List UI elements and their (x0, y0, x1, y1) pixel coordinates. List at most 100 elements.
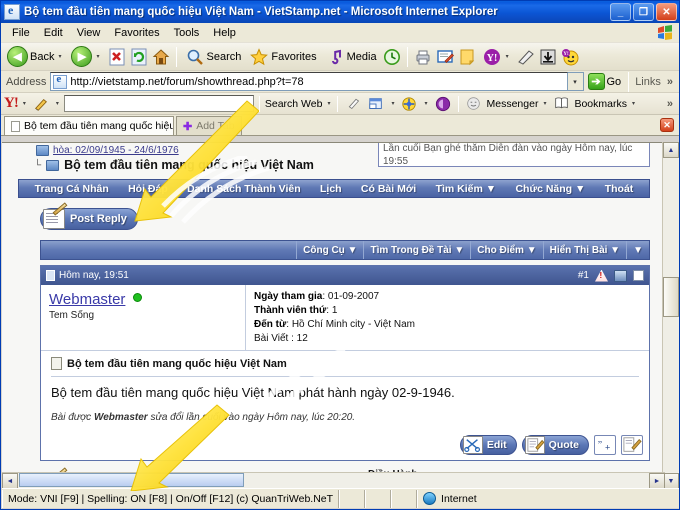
post-username-link[interactable]: Webmaster (49, 291, 125, 308)
post-subject-row: Bộ tem đầu tiên mang quốc hiệu Việt Nam (51, 357, 639, 370)
stop-icon[interactable] (107, 47, 127, 67)
yahoo-logo-caret-icon[interactable]: ▾ (21, 100, 28, 107)
download-icon[interactable] (538, 47, 558, 67)
messenger-face-icon[interactable] (464, 94, 484, 114)
highlight-pen-icon[interactable] (343, 94, 363, 114)
favorites-label: Favorites (271, 50, 317, 63)
bookmarks-label[interactable]: Bookmarks (574, 98, 627, 110)
scroll-up-button[interactable]: ▲ (663, 142, 679, 158)
minimize-button[interactable]: _ (610, 3, 631, 21)
post-ip-icon[interactable] (614, 269, 627, 282)
horizontal-scrollbar[interactable]: ◄ ► (2, 472, 665, 489)
nav-item-profile[interactable]: Trang Cá Nhân (35, 183, 109, 195)
nav-item-logout[interactable]: Thoát (605, 183, 634, 195)
thread-tool-cong-cu[interactable]: Công Cụ ▼ (296, 241, 363, 259)
nav-item-calendar[interactable]: Lịch (320, 183, 342, 195)
yahoo-pencil-caret-icon[interactable]: ▾ (54, 100, 61, 107)
print-icon[interactable] (413, 47, 433, 67)
yahoo-toolbar-button[interactable]: Y! ▾ (479, 46, 514, 68)
post-container: Hôm nay, 19:51 #1 Webmaster (40, 265, 650, 461)
magnifier-icon (185, 47, 205, 67)
thread-tool-rate[interactable]: Cho Điểm ▼ (470, 241, 542, 259)
edit-button[interactable]: Edit (459, 435, 517, 455)
maximize-button[interactable]: ❐ (633, 3, 654, 21)
thread-tool-more[interactable]: ▼ (626, 241, 649, 259)
menu-item-view[interactable]: View (70, 25, 108, 41)
forward-caret-icon[interactable]: ▾ (94, 53, 101, 60)
status-cell-4 (391, 489, 418, 508)
yahoo-messenger-icon[interactable]: Y! (560, 47, 580, 67)
post-reply-button-top[interactable]: Post Reply (40, 202, 138, 230)
search-button[interactable]: Search (182, 46, 245, 68)
messenger-label[interactable]: Messenger (487, 98, 539, 110)
thread-tool-display-mode[interactable]: Hiển Thị Bài ▼ (542, 241, 626, 259)
vertical-scrollbar[interactable]: ▲ ▼ (662, 142, 679, 489)
back-button[interactable]: ◀ Back ▾ (4, 45, 66, 68)
breadcrumb-parent-link[interactable]: hòa: 02/09/1945 - 24/6/1976 (53, 145, 179, 156)
anti-spy-caret-icon[interactable]: ▾ (422, 100, 429, 107)
menu-item-help[interactable]: Help (206, 25, 243, 41)
purple-circle-icon[interactable] (433, 94, 453, 114)
search-label: Search (206, 50, 242, 63)
yahoo-caret-icon[interactable]: ▾ (504, 53, 511, 60)
address-separator (628, 71, 630, 92)
scroll-down-button[interactable]: ▼ (663, 473, 679, 489)
yahoo-overflow-chevron-icon[interactable]: » (664, 98, 676, 110)
multiquote-button[interactable]: ” + (594, 435, 616, 455)
refresh-icon[interactable] (129, 47, 149, 67)
reply-with-quote-button[interactable] (621, 435, 643, 455)
back-caret-icon[interactable]: ▾ (56, 53, 63, 60)
links-label[interactable]: Links (632, 76, 664, 88)
menu-item-favorites[interactable]: Favorites (107, 25, 166, 41)
pencil-swoosh-icon[interactable] (516, 47, 536, 67)
menu-item-edit[interactable]: Edit (37, 25, 70, 41)
nav-item-memberlist[interactable]: Danh Sách Thành Viên (187, 183, 301, 195)
popup-caret-icon[interactable]: ▾ (389, 100, 396, 107)
nav-item-faq[interactable]: Hỏi Đáp (128, 183, 168, 195)
scroll-left-button[interactable]: ◄ (2, 473, 18, 489)
anti-spy-icon[interactable] (399, 94, 419, 114)
bookmarks-book-icon[interactable] (551, 94, 571, 114)
address-dropdown-icon[interactable]: ▾ (567, 72, 584, 91)
menu-item-tools[interactable]: Tools (167, 25, 207, 41)
browser-toolbar: ◀ Back ▾ ▶ ▾ Search Favorites Media Y! ▾… (1, 43, 679, 71)
nav-item-functions[interactable]: Chức Năng ▼ (515, 183, 585, 195)
yahoo-logo-icon[interactable]: Y! (4, 95, 19, 112)
nav-item-search[interactable]: Tìm Kiếm ▼ (436, 183, 497, 195)
menu-item-file[interactable]: File (5, 25, 37, 41)
bookmarks-caret-icon[interactable]: ▾ (630, 100, 637, 107)
yahoo-pencil-icon[interactable] (31, 94, 51, 114)
scroll-right-button[interactable]: ► (649, 473, 665, 489)
report-warning-icon[interactable] (595, 269, 608, 282)
popup-blocker-icon[interactable] (366, 94, 386, 114)
media-button[interactable]: Media (322, 46, 380, 68)
go-button[interactable]: ➔ Go (584, 73, 626, 90)
yahoo-search-web-button[interactable]: Search Web (265, 98, 323, 110)
edited-prefix: Bài được (51, 412, 92, 423)
home-icon[interactable] (151, 47, 171, 67)
yahoo-search-caret-icon[interactable]: ▾ (325, 100, 332, 107)
tab-active-thread[interactable]: Bộ tem đầu tiên mang quốc hiệu… (4, 116, 174, 135)
thread-tool-search-thread[interactable]: Tìm Trong Đề Tài ▼ (363, 241, 470, 259)
vertical-scroll-track[interactable] (663, 159, 679, 472)
post-select-checkbox[interactable] (633, 270, 644, 281)
links-chevron-icon[interactable]: » (664, 76, 676, 88)
horizontal-scroll-thumb[interactable] (19, 473, 244, 487)
post-number[interactable]: #1 (578, 270, 589, 281)
notes-icon[interactable] (457, 47, 477, 67)
quote-button[interactable]: Quote (521, 435, 589, 455)
favorites-button[interactable]: Favorites (246, 46, 319, 68)
yahoo-separator-3 (457, 95, 459, 112)
nav-item-newposts[interactable]: Có Bài Mới (361, 183, 416, 195)
edit-page-icon[interactable] (435, 47, 455, 67)
add-tab-button[interactable]: ✚ Add Tab (176, 116, 242, 135)
vertical-scroll-thumb[interactable] (663, 277, 679, 317)
messenger-caret-icon[interactable]: ▾ (541, 100, 548, 107)
forward-button[interactable]: ▶ ▾ (68, 45, 104, 68)
tab-close-icon[interactable]: ✕ (660, 118, 674, 132)
address-input[interactable]: http://vietstamp.net/forum/showthread.ph… (50, 72, 568, 91)
close-button[interactable]: ✕ (656, 3, 677, 21)
yahoo-search-input[interactable] (63, 95, 254, 112)
history-icon[interactable] (382, 47, 402, 67)
windows-flag-icon (658, 25, 672, 40)
